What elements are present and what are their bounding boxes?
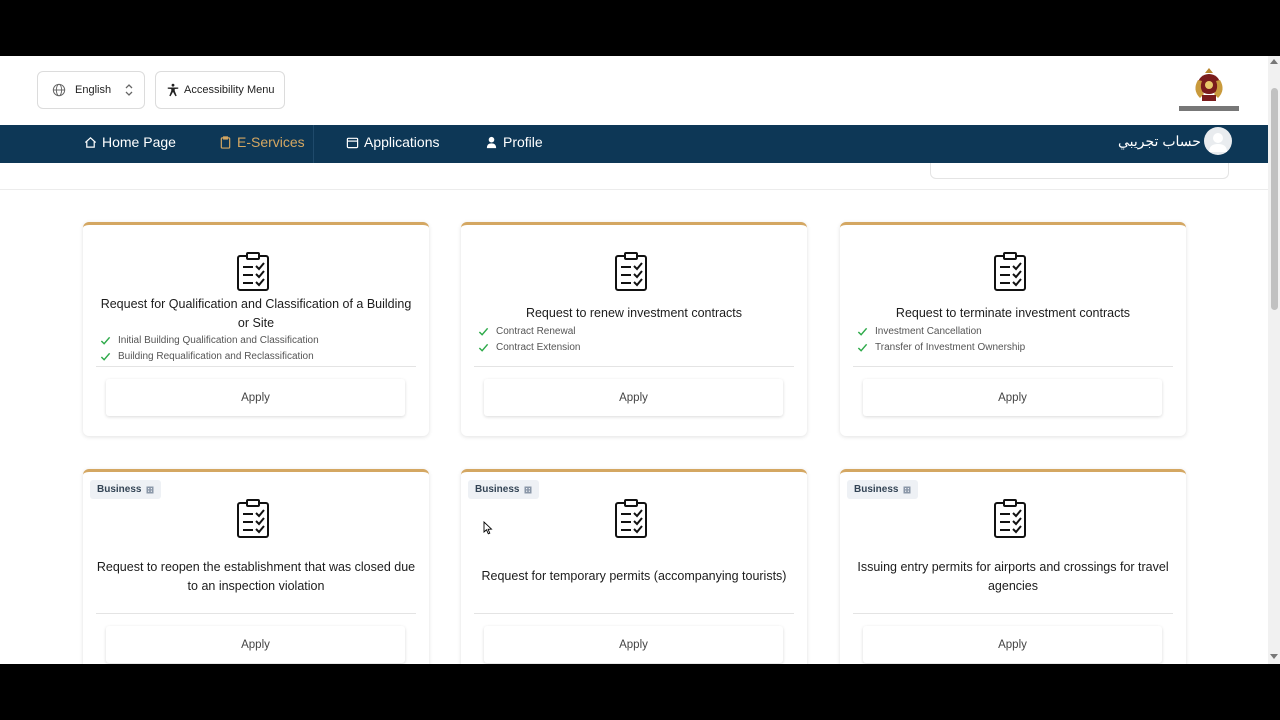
ministry-logo: [1179, 68, 1239, 111]
nav-applications[interactable]: Applications: [346, 130, 440, 154]
building-icon: [524, 486, 532, 493]
checklist-document-icon: [615, 499, 647, 538]
service-card: Request to renew investment contracts Co…: [461, 222, 807, 436]
badge-label: Business: [97, 484, 142, 495]
feature-list: Investment Cancellation Transfer of Inve…: [857, 324, 1025, 355]
feature-item: Building Requalification and Reclassific…: [100, 349, 319, 365]
accessibility-icon: [167, 83, 179, 97]
chevron-up-down-icon: [125, 84, 133, 96]
service-title: Request for Qualification and Classifica…: [100, 297, 412, 330]
scroll-down-arrow-icon[interactable]: [1270, 654, 1278, 659]
mouse-cursor-icon: [483, 521, 493, 535]
apply-button[interactable]: Apply: [484, 626, 783, 663]
apply-button[interactable]: Apply: [484, 379, 783, 416]
feature-item: Investment Cancellation: [857, 324, 1025, 340]
app-window: English Accessibility Menu Home Page E-S…: [0, 56, 1280, 664]
building-icon: [903, 486, 911, 493]
check-icon: [857, 343, 868, 352]
feature-label: Transfer of Investment Ownership: [875, 341, 1026, 353]
nav-e-services[interactable]: E-Services: [219, 130, 305, 154]
calendar-icon: [346, 137, 359, 148]
service-title: Request to reopen the establishment that…: [96, 560, 416, 593]
service-card: Business Request for temporary permits (…: [461, 469, 807, 664]
check-icon: [478, 328, 489, 337]
check-icon: [478, 343, 489, 352]
clipboard-icon: [220, 135, 231, 149]
feature-item: Contract Extension: [478, 340, 581, 356]
feature-item: Initial Building Qualification and Class…: [100, 333, 319, 349]
nav-home-label: Home Page: [102, 134, 176, 150]
apply-button[interactable]: Apply: [863, 626, 1162, 663]
feature-label: Contract Renewal: [496, 326, 576, 338]
profile-name[interactable]: حساب تجريبي: [1118, 133, 1201, 150]
user-avatar-icon: [1209, 133, 1227, 152]
feature-item: Contract Renewal: [478, 324, 581, 340]
badge-label: Business: [854, 484, 899, 495]
feature-label: Initial Building Qualification and Class…: [118, 335, 319, 347]
language-label: English: [75, 84, 112, 96]
language-selector[interactable]: English: [37, 71, 145, 109]
feature-list: Initial Building Qualification and Class…: [100, 333, 319, 364]
card-divider: [853, 366, 1173, 367]
service-card: Request for Qualification and Classifica…: [83, 222, 429, 436]
apply-button[interactable]: Apply: [106, 626, 405, 663]
service-card: Business Request to reopen the establish…: [83, 469, 429, 664]
vertical-scrollbar[interactable]: [1268, 56, 1280, 664]
top-bar: English Accessibility Menu: [0, 56, 1268, 125]
business-badge: Business: [90, 480, 162, 499]
check-icon: [100, 352, 111, 361]
main-navigation: Home Page E-Services Applications Profil…: [0, 125, 1268, 163]
checklist-document-icon: [237, 252, 269, 291]
card-divider: [474, 613, 794, 614]
nav-applications-label: Applications: [364, 134, 440, 150]
card-divider: [96, 613, 416, 614]
checklist-document-icon: [994, 252, 1026, 291]
apply-button[interactable]: Apply: [863, 379, 1162, 416]
card-divider: [96, 366, 416, 367]
card-divider: [853, 613, 1173, 614]
feature-list: Contract Renewal Contract Extension: [478, 324, 581, 355]
service-title: Request for temporary permits (accompany…: [481, 569, 787, 583]
checklist-document-icon: [237, 499, 269, 538]
home-icon: [84, 136, 97, 148]
service-card: Request to terminate investment contract…: [840, 222, 1186, 436]
nav-e-services-label: E-Services: [237, 134, 305, 150]
service-title: Request to renew investment contracts: [525, 306, 743, 320]
user-icon: [486, 136, 497, 148]
page-header: [0, 157, 1268, 190]
business-badge: Business: [468, 480, 540, 499]
nav-profile[interactable]: Profile: [485, 130, 543, 154]
business-badge: Business: [847, 480, 919, 499]
feature-label: Contract Extension: [496, 341, 581, 353]
check-icon: [857, 328, 868, 337]
scroll-up-arrow-icon[interactable]: [1270, 59, 1278, 64]
globe-icon: [52, 83, 66, 97]
card-divider: [474, 366, 794, 367]
avatar[interactable]: [1204, 127, 1232, 155]
accessibility-menu-button[interactable]: Accessibility Menu: [155, 71, 285, 109]
badge-label: Business: [475, 484, 520, 495]
service-title: Request to terminate investment contract…: [895, 306, 1131, 320]
nav-home-page[interactable]: Home Page: [84, 130, 176, 154]
accessibility-label: Accessibility Menu: [184, 84, 275, 96]
feature-item: Transfer of Investment Ownership: [857, 340, 1025, 356]
nav-separator: [313, 125, 314, 163]
apply-button[interactable]: Apply: [106, 379, 405, 416]
feature-label: Investment Cancellation: [875, 326, 982, 338]
service-card: Business Issuing entry permits for airpo…: [840, 469, 1186, 664]
checklist-document-icon: [994, 499, 1026, 538]
feature-label: Building Requalification and Reclassific…: [118, 350, 314, 362]
check-icon: [100, 337, 111, 346]
checklist-document-icon: [615, 252, 647, 291]
service-title: Issuing entry permits for airports and c…: [857, 560, 1169, 593]
scrollbar-thumb[interactable]: [1271, 88, 1278, 310]
nav-profile-label: Profile: [503, 134, 543, 150]
building-icon: [146, 486, 154, 493]
